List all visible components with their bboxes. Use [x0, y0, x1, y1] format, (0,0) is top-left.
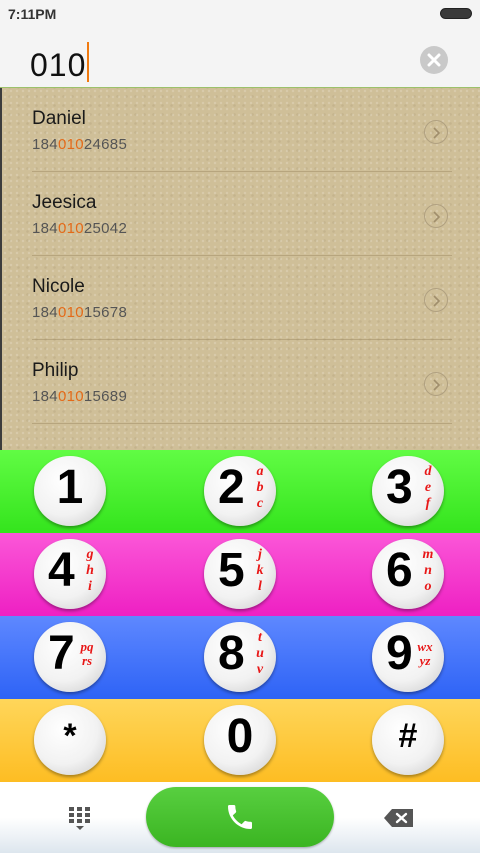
dialed-number-field[interactable]: 010 [30, 42, 90, 84]
key-digit: 4 [48, 544, 75, 597]
contact-name: Daniel [32, 108, 86, 129]
dialpad-toggle-button[interactable] [64, 804, 96, 832]
key-1[interactable]: 1 [34, 456, 106, 526]
key-letters: mno [422, 547, 434, 594]
key-letters: pq rs [80, 639, 94, 668]
clear-button[interactable] [420, 46, 448, 74]
key-0[interactable]: 0 [204, 705, 276, 775]
keypad-row-3: 7 pq rs 8 tuv 9 wx yz [0, 616, 480, 699]
contact-number: 18401024685 [32, 136, 128, 153]
key-symbol: # [398, 717, 418, 755]
contact-name: Philip [32, 360, 79, 381]
number-match-highlight: 010 [57, 388, 84, 405]
key-7[interactable]: 7 pq rs [34, 622, 106, 692]
key-digit: 9 [386, 627, 413, 680]
number-match-highlight: 010 [57, 136, 84, 153]
keypad-row-2: 4 ghi 5 jkl 6 mno [0, 533, 480, 616]
key-digit: 0 [226, 710, 254, 763]
key-letters: def [424, 464, 432, 511]
battery-icon [440, 8, 472, 19]
key-digit: 7 [48, 627, 75, 680]
key-6[interactable]: 6 mno [372, 539, 444, 609]
contact-details-button[interactable] [424, 120, 448, 144]
contact-details-button[interactable] [424, 204, 448, 228]
contact-details-button[interactable] [424, 372, 448, 396]
contact-details-button[interactable] [424, 288, 448, 312]
chevron-right-icon [433, 211, 441, 223]
status-time: 7:11PM [8, 6, 57, 22]
contact-number: 18401025042 [32, 220, 128, 237]
contact-results-list: Daniel 18401024685 Jeesica 18401025042 N… [0, 88, 480, 450]
key-letters: abc [256, 464, 264, 511]
key-letters: jkl [256, 547, 264, 594]
key-digit: 8 [218, 627, 245, 680]
chevron-right-icon [433, 127, 441, 139]
key-5[interactable]: 5 jkl [204, 539, 276, 609]
keypad-row-1: 1 2 abc 3 def [0, 450, 480, 533]
contact-name: Nicole [32, 276, 85, 297]
bottom-action-bar [0, 782, 480, 853]
key-star[interactable]: * [34, 705, 106, 775]
key-digit: 6 [386, 544, 413, 597]
key-digit: 3 [386, 461, 413, 514]
key-digit: 5 [218, 544, 245, 597]
key-digit: 1 [56, 461, 84, 514]
key-symbol: * [63, 717, 77, 755]
key-letters: ghi [86, 547, 94, 594]
chevron-right-icon [433, 379, 441, 391]
number-match-highlight: 010 [57, 220, 84, 237]
key-3[interactable]: 3 def [372, 456, 444, 526]
key-8[interactable]: 8 tuv [204, 622, 276, 692]
contact-row-daniel[interactable]: Daniel 18401024685 [32, 88, 452, 172]
clear-icon [427, 53, 441, 67]
phone-icon [228, 805, 252, 829]
dialpad-icon [69, 807, 90, 830]
key-hash[interactable]: # [372, 705, 444, 775]
backspace-button[interactable] [382, 806, 416, 830]
dialed-number-text: 010 [30, 47, 87, 83]
contact-number: 18401015678 [32, 304, 128, 321]
contact-number: 18401015689 [32, 388, 128, 405]
call-button[interactable] [146, 787, 334, 847]
contact-name: Jeesica [32, 192, 97, 213]
keypad-row-4: * 0 # [0, 699, 480, 782]
key-4[interactable]: 4 ghi [34, 539, 106, 609]
contact-row-philip[interactable]: Philip 18401015689 [32, 340, 452, 424]
chevron-right-icon [433, 295, 441, 307]
contact-row-jeesica[interactable]: Jeesica 18401025042 [32, 172, 452, 256]
key-letters: wx yz [417, 639, 433, 668]
backspace-icon [384, 809, 413, 827]
key-digit: 2 [218, 461, 245, 514]
dial-input-bar: 010 [0, 28, 480, 88]
number-match-highlight: 010 [57, 304, 84, 321]
key-2[interactable]: 2 abc [204, 456, 276, 526]
key-9[interactable]: 9 wx yz [372, 622, 444, 692]
text-caret [87, 42, 90, 82]
status-bar: 7:11PM [0, 0, 480, 28]
contact-row-nicole[interactable]: Nicole 18401015678 [32, 256, 452, 340]
key-letters: tuv [256, 630, 264, 677]
